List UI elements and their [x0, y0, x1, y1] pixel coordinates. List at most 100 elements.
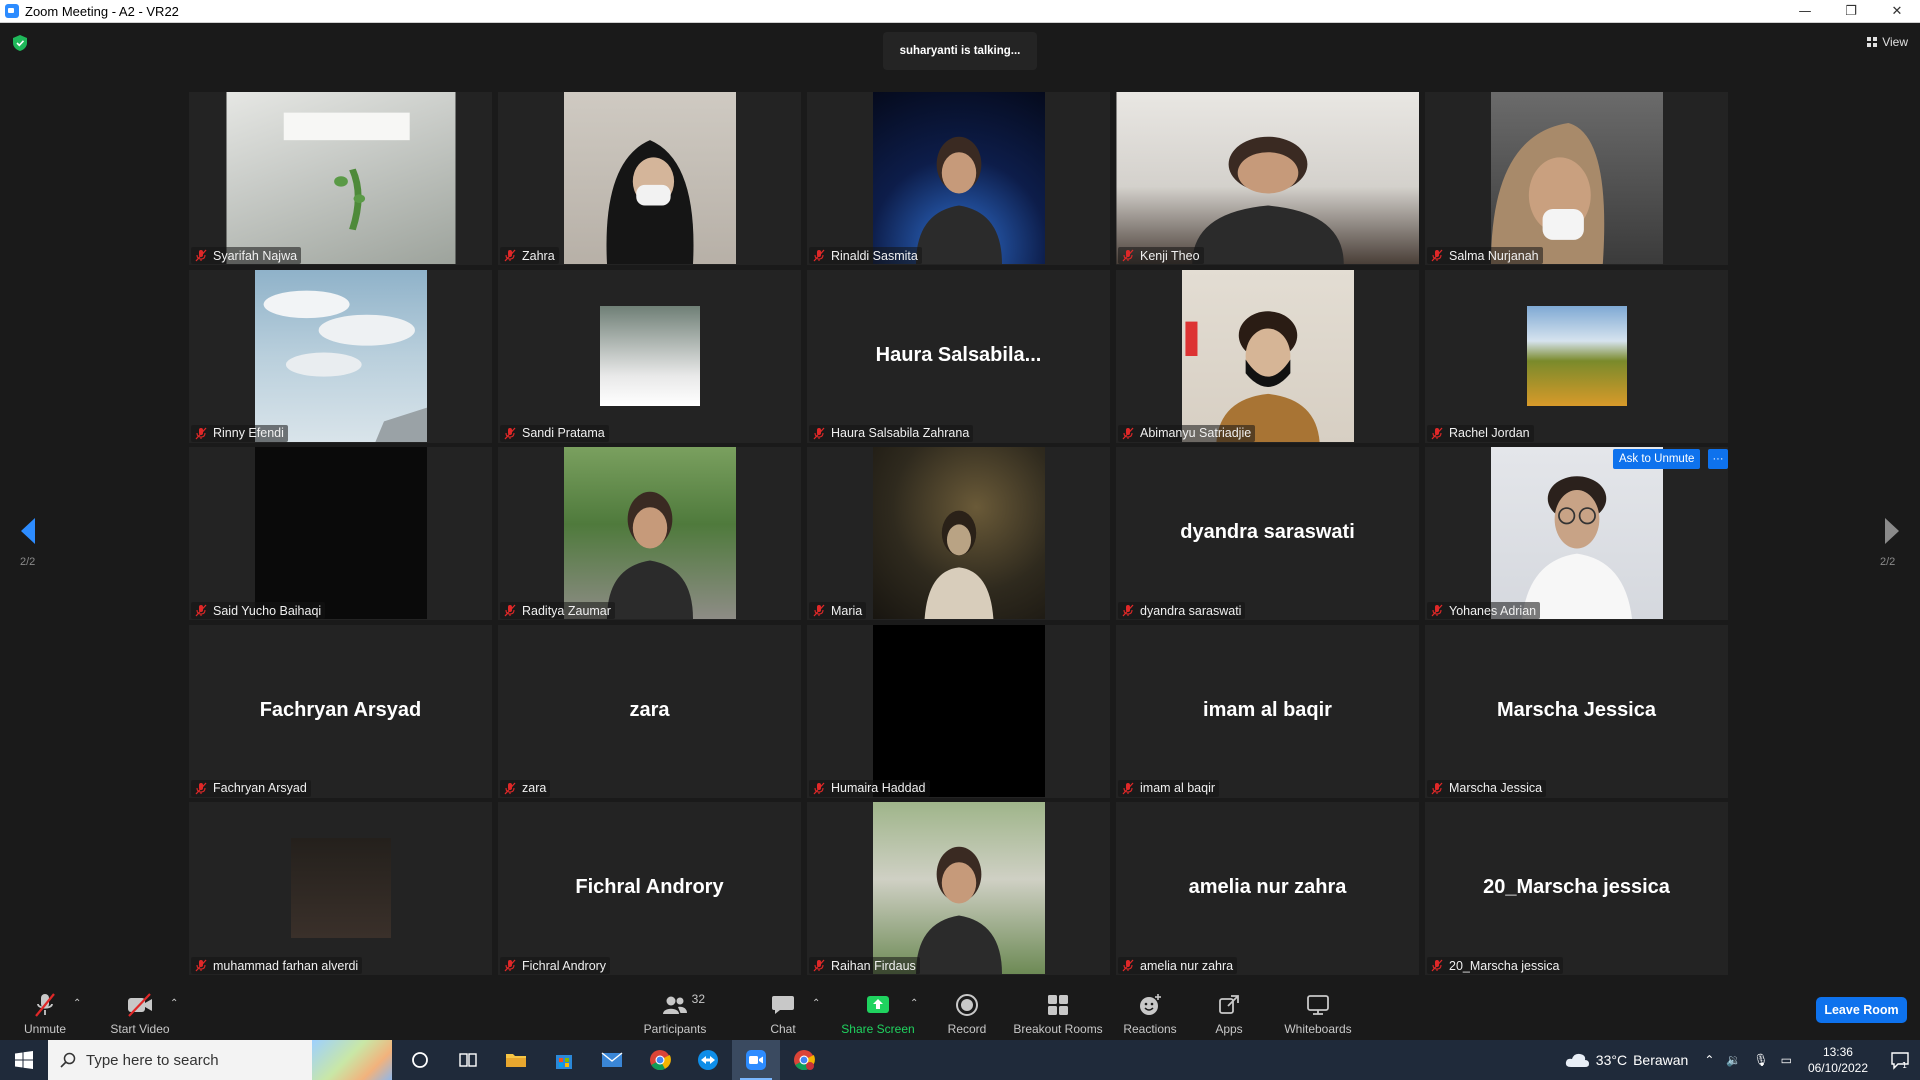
- mail-taskbar-app[interactable]: [588, 1040, 636, 1080]
- mail-icon: [601, 1052, 623, 1067]
- chrome-taskbar-app[interactable]: [636, 1040, 684, 1080]
- taskbar-search-box[interactable]: Type here to search: [48, 1040, 392, 1080]
- participant-tile[interactable]: Rinny Efendi: [189, 269, 492, 443]
- show-hidden-icons-chevron-icon[interactable]: ⌃: [1704, 1053, 1714, 1067]
- microphone-icon[interactable]: 🎙: [1753, 1053, 1768, 1067]
- close-icon[interactable]: ✕: [1874, 0, 1920, 23]
- participant-tile[interactable]: Rachel Jordan: [1425, 269, 1728, 443]
- more-options-icon[interactable]: ···: [1708, 449, 1728, 469]
- participant-display-name: Fichral Androry: [575, 876, 724, 898]
- weather-widget[interactable]: 33°C Berawan: [1564, 1052, 1689, 1068]
- participant-tile[interactable]: Sandi Pratama: [498, 269, 801, 443]
- unmute-label: Unmute: [23, 1022, 67, 1036]
- task-view-icon: [459, 1053, 477, 1067]
- participant-display-name: imam al baqir: [1203, 698, 1332, 721]
- search-placeholder: Type here to search: [86, 1051, 219, 1069]
- participant-tile[interactable]: Yohanes Adrian Ask to Unmute ···: [1425, 447, 1728, 620]
- store-bag-icon: [556, 1055, 572, 1069]
- next-page-arrow-icon[interactable]: [1883, 516, 1901, 546]
- participant-name-label: Maria: [809, 602, 867, 619]
- participant-name-label: amelia nur zahra: [1118, 957, 1238, 974]
- active-speaker-indicator: suharyanti is talking...: [883, 32, 1037, 70]
- whiteboards-button[interactable]: Whiteboards: [1283, 983, 1353, 1040]
- leave-room-button[interactable]: Leave Room: [1816, 997, 1907, 1023]
- volume-icon[interactable]: 🔉: [1726, 1053, 1741, 1067]
- audio-options-caret-icon[interactable]: ⌃: [73, 998, 81, 1009]
- muted-mic-icon: [504, 604, 516, 617]
- participant-video: [1181, 269, 1354, 442]
- search-highlight-image: [312, 1040, 392, 1080]
- participant-tile[interactable]: Salma Nurjanah: [1425, 92, 1728, 265]
- zoom-taskbar-app[interactable]: [732, 1040, 780, 1080]
- participant-tile[interactable]: 20_Marscha jessica 20_Marscha jessica: [1425, 802, 1728, 975]
- participants-icon: [663, 996, 687, 1014]
- muted-mic-icon: [504, 249, 516, 262]
- ask-to-unmute-button[interactable]: Ask to Unmute: [1613, 449, 1701, 469]
- breakout-rooms-button[interactable]: Breakout Rooms: [1013, 983, 1103, 1040]
- reactions-label: Reactions: [1123, 1022, 1177, 1036]
- unmute-button[interactable]: Unmute: [20, 983, 70, 1040]
- task-view-button[interactable]: [444, 1040, 492, 1080]
- file-explorer-taskbar-app[interactable]: [492, 1040, 540, 1080]
- participant-tile[interactable]: Abimanyu Satriadjie: [1116, 269, 1419, 443]
- chat-options-caret-icon[interactable]: ⌃: [812, 998, 820, 1009]
- participant-name-label: Raditya Zaumar: [500, 602, 615, 619]
- previous-page-arrow-icon[interactable]: [19, 516, 37, 546]
- participant-video: [290, 838, 391, 938]
- notification-center-button[interactable]: 1: [1880, 1050, 1920, 1070]
- participant-name-label: Salma Nurjanah: [1427, 247, 1543, 264]
- chrome-profile-taskbar-app[interactable]: [780, 1040, 828, 1080]
- teamviewer-icon: [698, 1050, 718, 1070]
- reactions-button[interactable]: Reactions: [1120, 983, 1180, 1040]
- participant-tile[interactable]: Syarifah Najwa: [189, 92, 492, 265]
- view-label: View: [1882, 35, 1908, 49]
- teamviewer-taskbar-app[interactable]: [684, 1040, 732, 1080]
- participant-tile[interactable]: Said Yucho Baihaqi: [189, 447, 492, 620]
- record-button[interactable]: Record: [942, 983, 992, 1040]
- muted-mic-icon: [195, 249, 207, 262]
- participant-name: Zahra: [522, 248, 555, 263]
- apps-button[interactable]: Apps: [1209, 983, 1249, 1040]
- weather-description: Berawan: [1633, 1052, 1689, 1068]
- share-screen-icon: [867, 996, 889, 1013]
- taskbar-clock[interactable]: 13:36 06/10/2022: [1808, 1044, 1868, 1076]
- participant-tile[interactable]: muhammad farhan alverdi: [189, 802, 492, 975]
- participant-tile[interactable]: dyandra saraswati dyandra saraswati: [1116, 447, 1419, 620]
- microsoft-store-taskbar-app[interactable]: [540, 1040, 588, 1080]
- muted-mic-icon: [195, 604, 207, 617]
- participant-tile[interactable]: Humaira Haddad: [807, 624, 1110, 798]
- muted-mic-icon: [1122, 782, 1134, 794]
- participant-tile[interactable]: Kenji Theo: [1116, 92, 1419, 265]
- start-button[interactable]: [0, 1040, 48, 1080]
- share-options-caret-icon[interactable]: ⌃: [910, 998, 918, 1009]
- cortana-button[interactable]: [396, 1040, 444, 1080]
- security-shield-icon[interactable]: [13, 35, 27, 51]
- participant-tile[interactable]: Haura Salsabila... Haura Salsabila Zahran…: [807, 269, 1110, 443]
- restore-icon[interactable]: ❐: [1828, 0, 1874, 23]
- muted-mic-icon: [813, 427, 825, 439]
- participant-video: [563, 92, 736, 264]
- share-screen-button[interactable]: Share Screen: [838, 983, 918, 1040]
- participant-tile[interactable]: Raihan Firdaus: [807, 802, 1110, 975]
- participant-tile[interactable]: Rinaldi Sasmita: [807, 92, 1110, 265]
- participant-tile[interactable]: Maria: [807, 447, 1110, 620]
- participant-tile[interactable]: Zahra: [498, 92, 801, 265]
- minimize-icon[interactable]: —: [1782, 0, 1828, 23]
- participant-tile[interactable]: zara zara: [498, 624, 801, 798]
- participant-name-label: Haura Salsabila Zahrana: [809, 424, 974, 442]
- participant-tile[interactable]: amelia nur zahra amelia nur zahra: [1116, 802, 1419, 975]
- network-icon[interactable]: ▭: [1781, 1053, 1792, 1067]
- participant-tile[interactable]: Fachryan Arsyad Fachryan Arsyad: [189, 624, 492, 798]
- participant-grid: Syarifah Najwa Zahra Rinaldi Sasmita Kenji …: [189, 92, 1731, 975]
- view-button[interactable]: View: [1867, 35, 1908, 49]
- video-options-caret-icon[interactable]: ⌃: [170, 998, 178, 1009]
- participant-tile[interactable]: Fichral Androry Fichral Androry: [498, 802, 801, 975]
- chat-button[interactable]: Chat: [763, 983, 803, 1040]
- participant-tile[interactable]: Raditya Zaumar: [498, 447, 801, 620]
- participant-tile[interactable]: imam al baqir imam al baqir: [1116, 624, 1419, 798]
- participant-video: [1526, 305, 1627, 406]
- notification-icon: 1: [1891, 1052, 1909, 1070]
- start-video-button[interactable]: Start Video: [105, 983, 175, 1040]
- participant-tile[interactable]: Marscha Jessica Marscha Jessica: [1425, 624, 1728, 798]
- participants-button[interactable]: 32 Participants: [640, 983, 710, 1040]
